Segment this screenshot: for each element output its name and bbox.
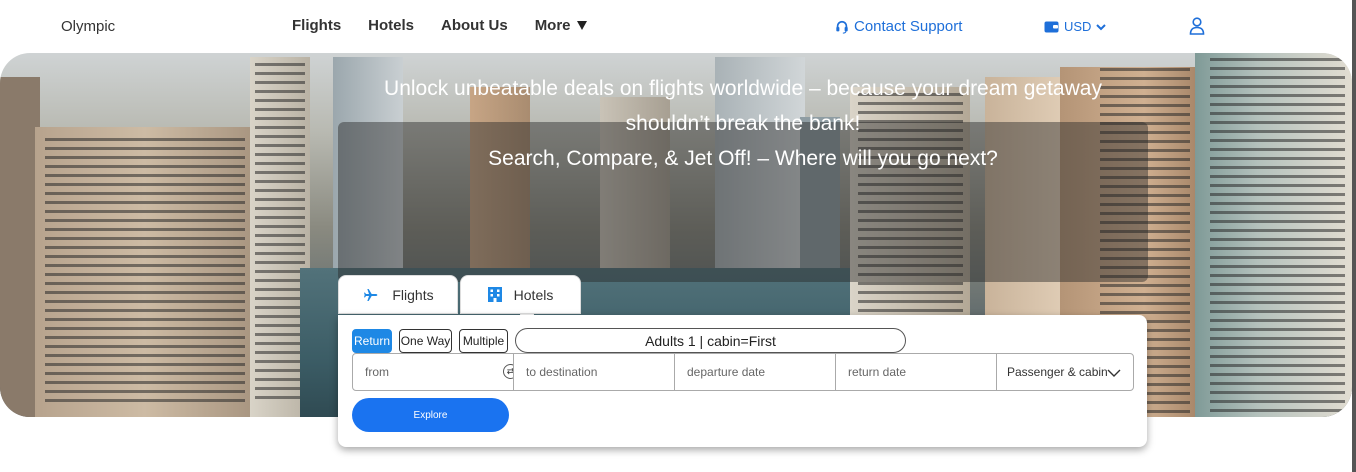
hero-tagline-line-3: Search, Compare, & Jet Off! – Where will… [488, 147, 998, 170]
flight-search-card: Return One Way Multiple Adults 1 | cabin… [338, 315, 1147, 447]
contact-support-link[interactable]: Contact Support [835, 18, 962, 35]
trip-type-one-way[interactable]: One Way [399, 329, 452, 353]
hero-tagline-line-2: shouldn’t break the bank! [625, 112, 861, 135]
tab-hotels-label: Hotels [513, 286, 554, 303]
nav-link-flights[interactable]: Flights [292, 17, 341, 34]
caret-down-icon [576, 21, 587, 30]
return-date-input[interactable]: return date [835, 353, 997, 391]
tab-flights[interactable]: Flights [338, 275, 458, 314]
currency-selector[interactable]: USD [1044, 19, 1107, 34]
passenger-cabin-select[interactable]: Passenger & cabin [996, 353, 1134, 391]
chevron-down-icon [1107, 369, 1121, 377]
nav-link-more[interactable]: More [535, 17, 587, 34]
nav-link-more-label: More [534, 17, 571, 34]
nav-link-hotels[interactable]: Hotels [368, 17, 414, 34]
headset-icon [836, 20, 848, 34]
destination-input[interactable]: to destination [513, 353, 675, 391]
window-edge [1352, 0, 1356, 472]
hotel-icon [487, 287, 502, 302]
brand-logo[interactable]: Olympic [61, 18, 115, 35]
top-navbar: Olympic Flights Hotels About Us More Con… [0, 0, 1356, 52]
trip-type-multiple[interactable]: Multiple [459, 329, 508, 353]
currency-label: USD [1064, 19, 1092, 34]
nav-links: Flights Hotels About Us More [292, 17, 587, 34]
departure-date-input[interactable]: departure date [674, 353, 836, 391]
tab-flights-label: Flights [392, 286, 434, 303]
plane-icon [364, 288, 378, 301]
passenger-summary[interactable]: Adults 1 | cabin=First [515, 328, 906, 353]
chevron-down-icon [1096, 23, 1107, 30]
nav-link-about-us[interactable]: About Us [441, 17, 508, 34]
wallet-icon [1044, 21, 1059, 33]
contact-support-label: Contact Support [854, 18, 963, 35]
user-account-button[interactable] [1189, 17, 1205, 40]
explore-button[interactable]: Explore [352, 398, 509, 432]
user-icon [1189, 17, 1205, 35]
trip-type-return[interactable]: Return [352, 329, 392, 353]
from-input[interactable]: from [352, 353, 514, 391]
building [0, 77, 40, 417]
passenger-cabin-label: Passenger & cabin [1007, 365, 1108, 379]
hero-tagline: Unlock unbeatable deals on flights world… [338, 71, 1148, 176]
hero-tagline-line-1: Unlock unbeatable deals on flights world… [384, 77, 1102, 100]
tab-hotels[interactable]: Hotels [460, 275, 581, 314]
